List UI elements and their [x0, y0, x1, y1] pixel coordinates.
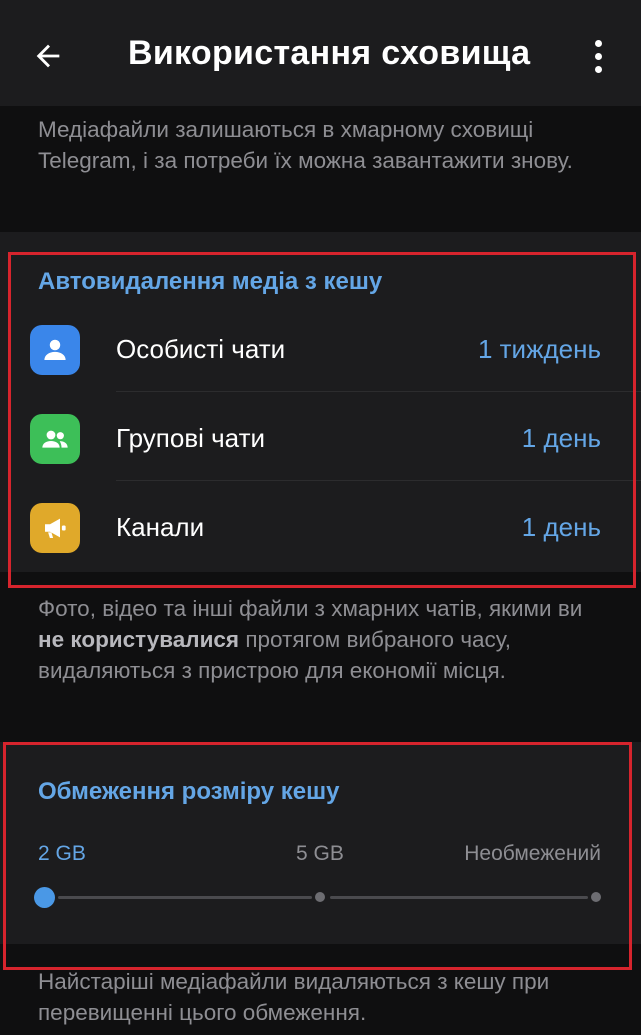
cache-size-title: Обмеження розміру кешу: [38, 778, 340, 805]
row-value-channels: 1 день: [521, 512, 601, 542]
page-title: Використання сховища: [128, 34, 531, 72]
slider-option-5gb[interactable]: 5 GB: [296, 842, 344, 866]
row-label-private: Особисті чати: [116, 334, 286, 364]
storage-usage-screen: Використання сховища Медіафайли залишают…: [0, 0, 641, 1035]
info-text-part: Фото, відео та інші файли з хмарних чаті…: [38, 596, 583, 621]
arrow-left-icon: [36, 44, 60, 68]
slider-track-segment: [330, 896, 588, 899]
app-bar: Використання сховища: [0, 0, 641, 106]
auto-delete-info: Фото, відео та інші файли з хмарних чаті…: [0, 572, 641, 742]
info-text-bold: не користувалися: [38, 627, 240, 652]
slider-thumb[interactable]: [34, 887, 55, 908]
user-icon: [30, 325, 80, 375]
divider: [116, 391, 641, 392]
row-group-chats[interactable]: Групові чати 1 день: [0, 393, 641, 481]
row-label-channels: Канали: [116, 512, 205, 542]
slider-option-2gb[interactable]: 2 GB: [38, 842, 86, 866]
slider-stop-unlimited[interactable]: [591, 892, 601, 902]
row-private-chats[interactable]: Особисті чати 1 тиждень: [0, 304, 641, 392]
cache-size-slider[interactable]: [34, 887, 601, 908]
row-value-private: 1 тиждень: [477, 334, 601, 364]
slider-labels: 2 GB 5 GB Необмежений: [0, 842, 641, 872]
row-channels[interactable]: Канали 1 день: [0, 482, 641, 570]
slider-stop-5gb[interactable]: [315, 892, 325, 902]
back-button[interactable]: [24, 32, 72, 80]
cache-size-info: Найстаріші медіафайли видаляються з кешу…: [0, 944, 641, 1035]
megaphone-icon: [30, 503, 80, 553]
slider-track-segment: [58, 896, 312, 899]
row-label-group: Групові чати: [116, 423, 266, 453]
divider: [116, 480, 641, 481]
cache-size-section: Обмеження розміру кешу 2 GB 5 GB Необмеж…: [0, 742, 641, 944]
group-icon: [30, 414, 80, 464]
cloud-info-text: Медіафайли залишаються в хмарному сховищ…: [0, 106, 641, 232]
auto-delete-title: Автовидалення медіа з кешу: [38, 268, 383, 295]
slider-option-unlimited[interactable]: Необмежений: [464, 842, 601, 866]
auto-delete-section: Автовидалення медіа з кешу Особисті чати…: [0, 232, 641, 572]
more-vertical-icon[interactable]: [578, 34, 618, 78]
row-value-group: 1 день: [521, 423, 601, 453]
